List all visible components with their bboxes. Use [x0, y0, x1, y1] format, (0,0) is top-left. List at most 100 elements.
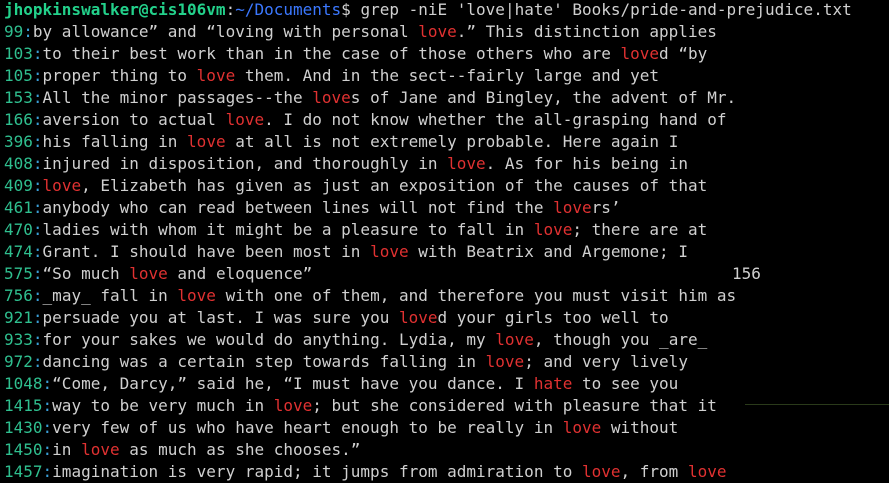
line-number: 409: [4, 176, 33, 195]
prompt-symbol: $: [341, 0, 351, 19]
result-line: 1415:way to be very much in love; but sh…: [4, 395, 889, 417]
line-number: 99: [4, 22, 24, 41]
line-text: Grant. I should have been most in: [42, 242, 371, 261]
line-text: injured in disposition, and thoroughly i…: [42, 154, 448, 173]
line-number-separator: :: [42, 396, 53, 415]
result-line: 153:All the minor passages--the loves of…: [4, 87, 889, 109]
result-line: 166:aversion to actual love. I do not kn…: [4, 109, 889, 131]
line-text: them. And in the sect--fairly large and …: [235, 66, 660, 85]
line-text: ; and very lively: [524, 352, 688, 371]
line-number-separator: :: [32, 154, 43, 173]
line-text: All the minor passages--the: [42, 88, 313, 107]
prompt-line: jhopkinswalker@cis106vm:~/Documents$ gre…: [4, 0, 889, 21]
prompt-user-host: jhopkinswalker@cis106vm: [4, 0, 226, 19]
line-number: 153: [4, 88, 33, 107]
line-text: and eloquence”: [167, 264, 313, 283]
line-number-separator: :: [32, 66, 43, 85]
result-line: 461:anybody who can read between lines w…: [4, 197, 889, 219]
match-highlight: love: [447, 154, 486, 173]
line-number: 461: [4, 198, 33, 217]
match-highlight: hate: [533, 374, 573, 393]
line-number-separator: :: [23, 22, 33, 41]
result-line: 470:ladies with whom it might be a pleas…: [4, 219, 889, 241]
line-text: to see you: [572, 374, 679, 393]
line-number-separator: :: [32, 264, 43, 283]
line-number: 408: [4, 154, 33, 173]
result-line: 756:_may_ fall in love with one of them,…: [4, 285, 889, 307]
match-highlight: love: [81, 440, 120, 459]
line-number-separator: :: [32, 176, 43, 195]
line-text: anybody who can read between lines will …: [42, 198, 554, 217]
grep-results: 99:by allowance” and “loving with person…: [4, 21, 889, 483]
scroll-marker-line: [745, 404, 889, 405]
line-text: in: [52, 440, 82, 459]
line-number: 396: [4, 132, 33, 151]
line-number-separator: :: [32, 308, 43, 327]
line-text: at all is not extremely probable. Here a…: [225, 132, 679, 151]
match-highlight: love: [485, 352, 525, 371]
match-highlight: love: [398, 308, 438, 327]
line-text: rs’: [591, 198, 621, 217]
line-text: proper thing to: [42, 66, 197, 85]
line-number: 105: [4, 66, 33, 85]
result-line: 409:love, Elizabeth has given as just an…: [4, 175, 889, 197]
line-text: very few of us who have heart enough to …: [52, 418, 563, 437]
line-text: “So much: [42, 264, 130, 283]
result-line: 575:“So much love and eloquence” 156: [4, 263, 889, 285]
line-text: , Elizabeth has given as just an exposit…: [81, 176, 708, 195]
result-line: 103:to their best work than in the case …: [4, 43, 889, 65]
match-highlight: love: [495, 330, 534, 349]
result-line: 933:for your sakes we would do anything.…: [4, 329, 889, 351]
match-highlight: love: [370, 242, 409, 261]
line-text: ladies with whom it might be a pleasure …: [42, 220, 534, 239]
line-text: way to be very much in: [52, 396, 274, 415]
terminal-output[interactable]: jhopkinswalker@cis106vm:~/Documents$ gre…: [4, 0, 889, 483]
line-number: 103: [4, 44, 33, 63]
line-text: dancing was a certain step towards falli…: [42, 352, 486, 371]
line-text: to their best work than in the case of t…: [42, 44, 621, 63]
line-text: with Beatrix and Argemone; I: [408, 242, 688, 261]
line-number-separator: :: [32, 110, 43, 129]
match-highlight: love: [129, 264, 168, 283]
line-text: ; but she considered with pleasure that …: [312, 396, 717, 415]
line-number: 575: [4, 264, 33, 283]
line-text: as much as she chooses.”: [119, 440, 361, 459]
line-number-separator: :: [42, 440, 53, 459]
line-number-separator: :: [32, 132, 43, 151]
line-number-separator: :: [42, 374, 53, 393]
line-number-separator: :: [32, 352, 43, 371]
line-number-separator: :: [32, 88, 43, 107]
line-number: 933: [4, 330, 33, 349]
command-text: grep -niE 'love|hate' Books/pride-and-pr…: [350, 0, 852, 19]
line-number: 1048: [4, 374, 43, 393]
result-line: 474:Grant. I should have been most in lo…: [4, 241, 889, 263]
line-text: ; there are at: [572, 220, 708, 239]
match-highlight: love: [562, 418, 602, 437]
match-highlight: love: [553, 198, 592, 217]
result-line: 99:by allowance” and “loving with person…: [4, 21, 889, 43]
line-number: 756: [4, 286, 33, 305]
line-number: 470: [4, 220, 33, 239]
line-text: , though you _are_: [533, 330, 708, 349]
match-highlight: love: [42, 176, 82, 195]
match-highlight: love: [177, 286, 216, 305]
match-highlight: love: [225, 110, 265, 129]
result-line: 1048:“Come, Darcy,” said he, “I must hav…: [4, 373, 889, 395]
line-text: with one of them, and therefore you must…: [215, 286, 737, 305]
line-text: . I do not know whether the all-grasping…: [264, 110, 727, 129]
match-highlight: love: [418, 22, 457, 41]
line-text: persuade you at last. I was sure you: [42, 308, 399, 327]
result-line: 408:injured in disposition, and thorough…: [4, 153, 889, 175]
page-number: 156: [732, 264, 761, 283]
match-highlight: love: [273, 396, 313, 415]
line-text: by allowance” and “loving with personal: [32, 22, 419, 41]
line-text: aversion to actual: [42, 110, 226, 129]
line-number-separator: :: [32, 44, 43, 63]
line-number-separator: :: [32, 198, 43, 217]
match-highlight: love: [187, 132, 226, 151]
line-number-separator: :: [42, 418, 53, 437]
result-line: 972:dancing was a certain step towards f…: [4, 351, 889, 373]
match-highlight: love: [196, 66, 236, 85]
result-line: 1430:very few of us who have heart enoug…: [4, 417, 889, 439]
line-text: _may_ fall in: [42, 286, 178, 305]
